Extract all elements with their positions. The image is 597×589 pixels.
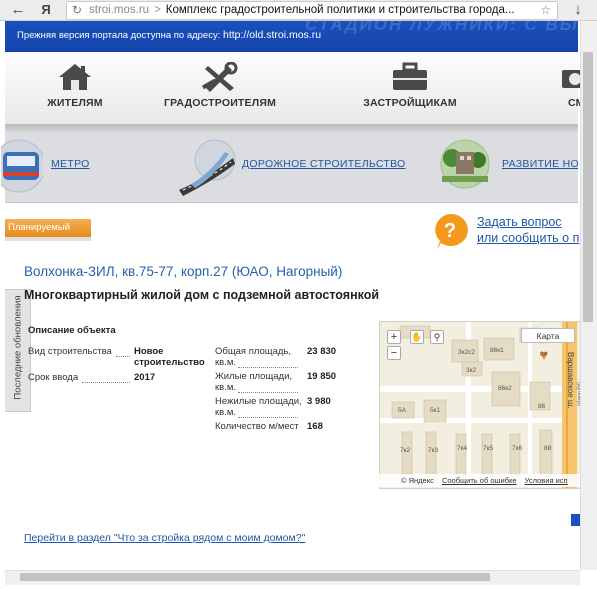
banner-text: Прежняя версия портала доступна по адрес… [17, 29, 321, 41]
dotted-leader [116, 356, 130, 357]
category-label[interactable]: ДОРОЖНОЕ СТРОИТЕЛЬСТВО [242, 158, 406, 170]
question-icon[interactable]: ? [431, 212, 469, 250]
map-building-label: 7к3 [428, 447, 438, 454]
map-building-label: 84 [540, 351, 548, 358]
map-widget[interactable]: 3к2с2 86к1 3к2 86к2 5А 5к1 86 7к2 7к3 7к… [379, 321, 582, 489]
map-building-label: 88 [544, 445, 552, 452]
map-building-label: 86 [538, 403, 546, 410]
map-footer: © Яндекс Сообщить об ошибке Условия исп [379, 474, 580, 487]
nav-item-residents[interactable]: ЖИТЕЛЯМ [10, 62, 140, 109]
map-building-label: 7к2 [400, 447, 410, 454]
category-new-territories[interactable]: РАЗВИТИЕ НОВЫХ Т [438, 132, 578, 202]
ask-line-2: или сообщить о п [477, 231, 580, 245]
browser-toolbar: ← Я ↻ stroi.mos.ru > Комплекс градостроите… [0, 0, 597, 21]
field-value: 168 [307, 421, 323, 432]
ask-line-1: Задать вопрос [477, 215, 562, 229]
house-icon [59, 64, 91, 90]
dotted-leader [238, 367, 298, 368]
description-header: Описание объекта [28, 325, 116, 336]
dotted-leader [238, 392, 298, 393]
category-divider [5, 202, 578, 203]
map-canvas[interactable]: 3к2с2 86к1 3к2 86к2 5А 5к1 86 7к2 7к3 7к… [380, 322, 581, 488]
road-icon [179, 139, 236, 196]
zoom-in-button[interactable]: + [387, 330, 401, 344]
nav-label: ЖИТЕЛЯМ [47, 97, 103, 109]
field-value: 19 850 [307, 371, 337, 382]
old-version-banner: СТАДИОН ЛУЖНИКИ: С ВЫСОТЫ П Прежняя верс… [5, 21, 578, 52]
field-value: 2017 [134, 372, 156, 383]
old-site-link[interactable]: http://old.stroi.mos.ru [223, 29, 321, 41]
field-label: кв.м. [215, 382, 237, 393]
field-label: Количество м/мест [215, 421, 299, 432]
nav-label: ГРАДОСТРОИТЕЛЯМ [163, 97, 277, 109]
address-separator: > [154, 4, 161, 16]
field-label: Срок ввода [28, 372, 79, 383]
map-building-label: 5к1 [430, 407, 440, 414]
magnifier-icon[interactable]: ⚲ [430, 330, 444, 344]
star-icon[interactable]: ☆ [540, 2, 551, 19]
map-building-label: 86к1 [490, 347, 504, 354]
map-building-label: 7к5 [483, 445, 493, 452]
hand-tool-icon[interactable]: ✋ [410, 330, 424, 344]
back-icon[interactable]: ← [8, 0, 28, 20]
address-bar[interactable]: ↻ stroi.mos.ru > Комплекс градостроительно… [66, 1, 558, 20]
map-building-label: 7к6 [512, 445, 522, 452]
zoom-out-button[interactable]: − [387, 346, 401, 360]
horizontal-scroll-thumb[interactable] [20, 573, 490, 581]
yandex-icon[interactable]: Я [36, 0, 56, 20]
banner-ghost-text: СТАДИОН ЛУЖНИКИ: С ВЫСОТЫ П [305, 21, 578, 34]
side-button[interactable] [571, 514, 580, 526]
main-nav: ЖИТЕЛЯМ ГРАДОСТРОИТЕЛЯМ ЗАСТРОЙЩИКАМ СМ [5, 52, 588, 124]
address-domain: stroi.mos.ru [89, 4, 150, 16]
address-page-title: Комплекс градостроительной политики и ст… [165, 4, 515, 16]
map-building-label: 3к2с2 [458, 349, 475, 356]
field-value: Новое [134, 346, 164, 357]
briefcase-icon [393, 62, 427, 90]
field-value: строительство [134, 357, 205, 368]
map-street-label: Варшавское ш. [566, 352, 575, 409]
nav-item-urban-planners[interactable]: ГРАДОСТРОИТЕЛЯМ [155, 62, 285, 109]
object-subtitle: Многоквартирный жилой дом с подземной ав… [24, 288, 380, 302]
tools-icon [201, 62, 238, 92]
map-terms-link[interactable]: Условия исп [525, 476, 568, 485]
field-label: кв.м. [215, 407, 237, 418]
field-value: 23 830 [307, 346, 337, 357]
field-label: Жилые площади, [215, 371, 293, 382]
map-type-button[interactable]: Карта [521, 328, 575, 343]
field-label: Вид строительства [28, 346, 112, 357]
category-roads[interactable]: ДОРОЖНОЕ СТРОИТЕЛЬСТВО [177, 132, 405, 202]
map-copyright: © Яндекс [401, 476, 434, 485]
svg-text:?: ? [444, 220, 456, 242]
new-territories-icon [440, 139, 490, 189]
nav-divider [5, 124, 578, 132]
map-building-label: 3к2 [466, 367, 476, 374]
object-title: Волхонка-ЗИЛ, кв.75-77, корп.27 (ЮАО, На… [24, 264, 343, 279]
map-building-label: 5А [398, 407, 407, 414]
ask-question-link[interactable]: Задать вопрос или сообщить о п [477, 214, 579, 246]
dotted-leader [82, 382, 130, 383]
recent-updates-label: Последние обновления [12, 295, 24, 400]
field-label: Нежилые площади, [215, 396, 302, 407]
download-icon[interactable]: ↓ [568, 0, 588, 20]
category-bar: МЕТРО ДОРОЖНОЕ СТРОИТЕЛЬСТВО РАЗВИТИЕ НО… [1, 132, 578, 202]
dotted-leader [238, 417, 298, 418]
field-label: кв.м. [215, 357, 237, 368]
nav-label: ЗАСТРОЙЩИКАМ [363, 97, 457, 109]
reload-icon[interactable]: ↻ [72, 2, 82, 19]
category-metro[interactable]: МЕТРО [1, 132, 125, 202]
category-label[interactable]: РАЗВИТИЕ НОВЫХ Т [502, 158, 578, 170]
whats-being-built-link[interactable]: Перейти в раздел "Что за стройка рядом с… [24, 532, 305, 544]
map-report-error-link[interactable]: Сообщить об ошибке [442, 476, 517, 485]
map-building-label: 86к2 [498, 385, 512, 392]
vertical-scroll-thumb[interactable] [583, 52, 593, 322]
status-badge: Планируемый [5, 219, 91, 241]
field-label: Общая площадь, [215, 346, 292, 357]
category-label[interactable]: МЕТРО [51, 158, 90, 170]
field-value: 3 980 [307, 396, 331, 407]
metro-train-icon [1, 139, 43, 193]
map-building-label: 7к4 [457, 445, 467, 452]
banner-message: Прежняя версия портала доступна по адрес… [17, 30, 221, 41]
nav-item-developers[interactable]: ЗАСТРОЙЩИКАМ [345, 62, 475, 109]
